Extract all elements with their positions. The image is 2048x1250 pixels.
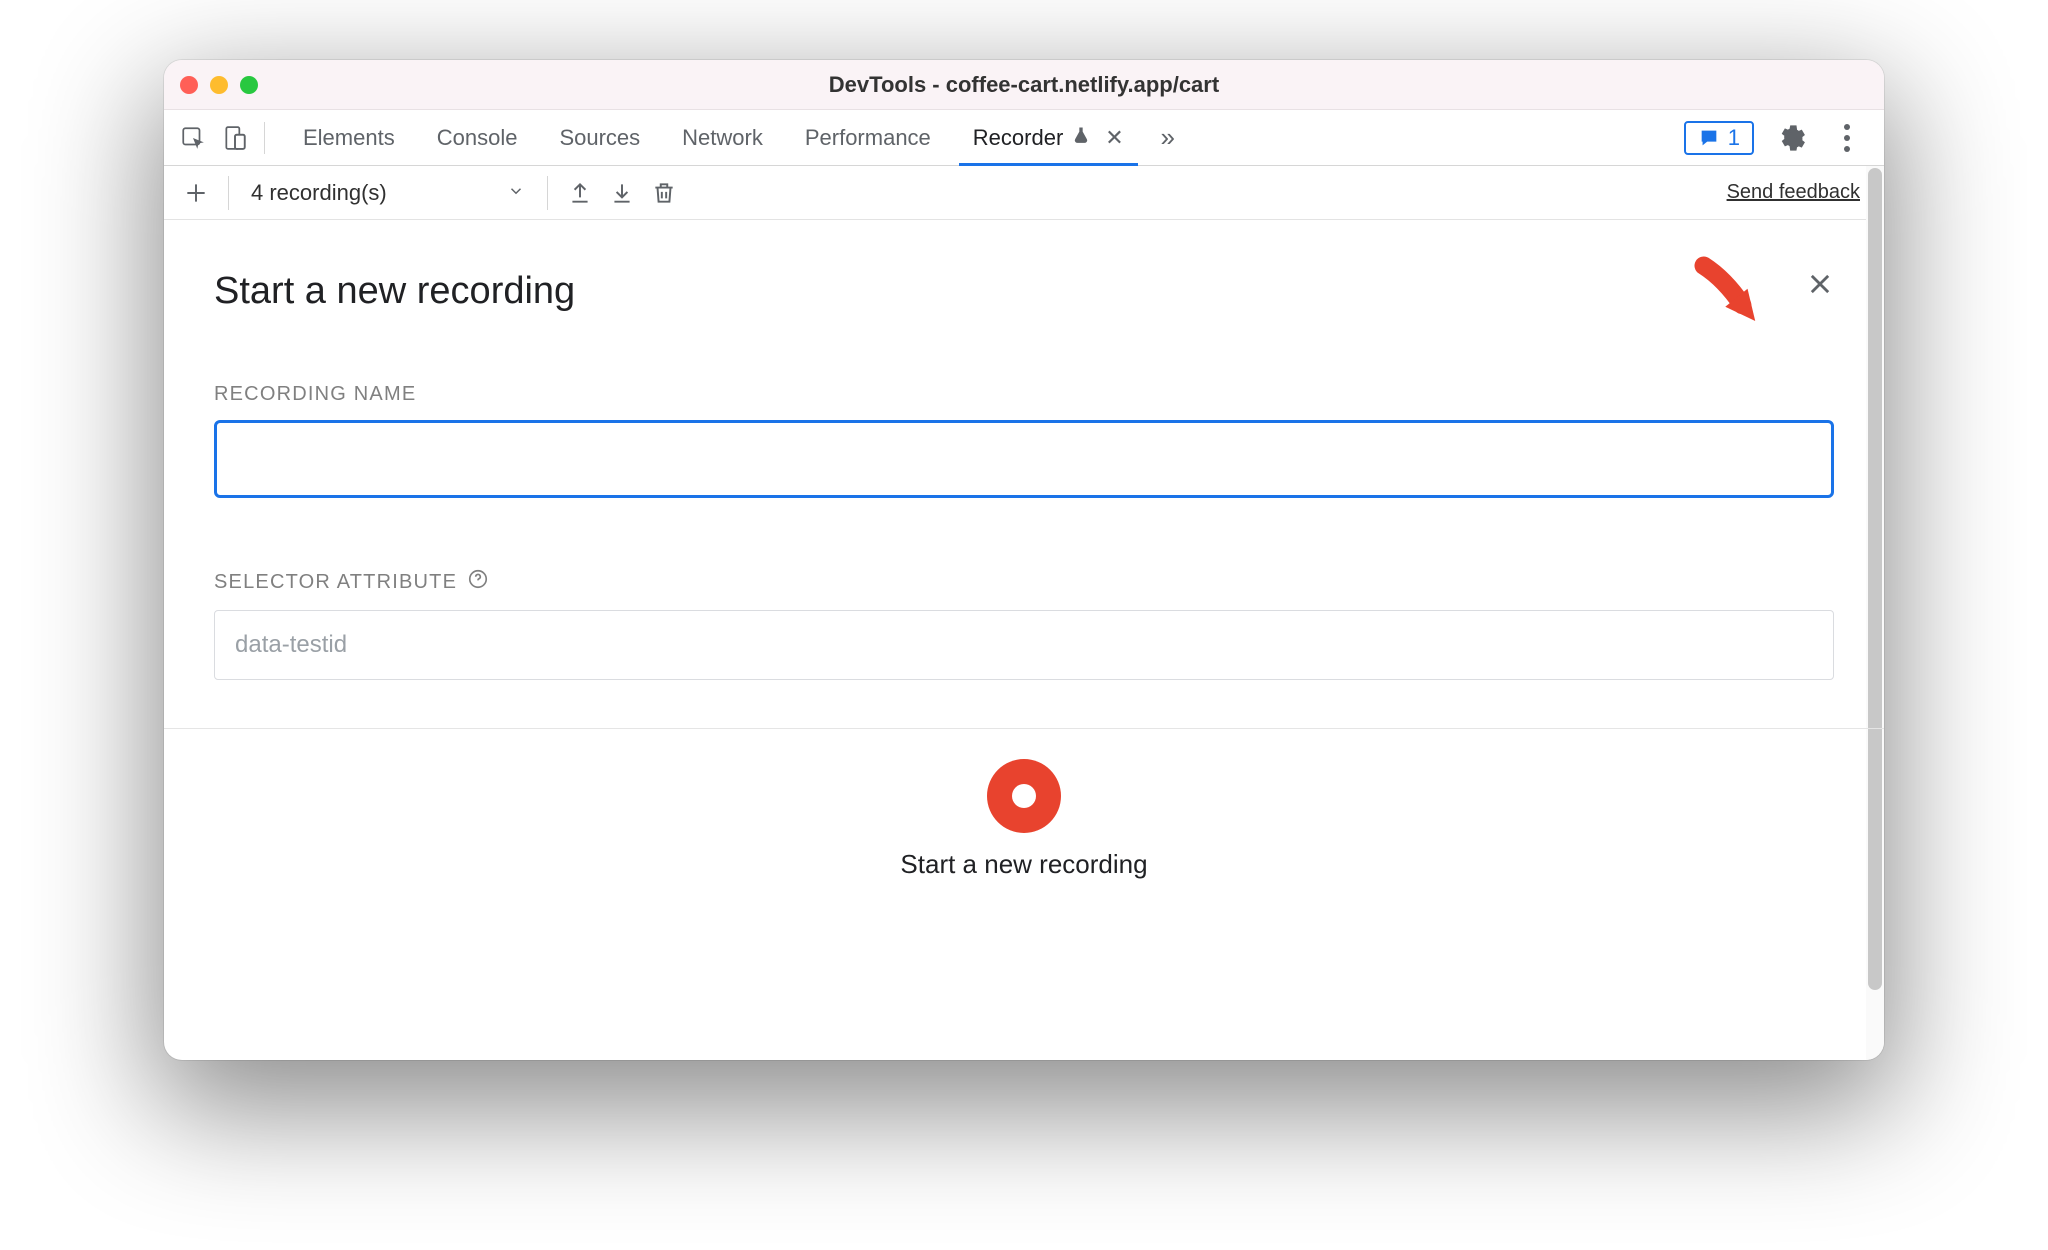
- more-tabs-icon[interactable]: »: [1148, 110, 1188, 165]
- chevron-down-icon: [507, 180, 525, 206]
- separator: [228, 176, 229, 210]
- export-button[interactable]: [562, 175, 598, 211]
- help-icon[interactable]: [467, 568, 489, 596]
- issues-button[interactable]: 1: [1684, 121, 1754, 155]
- tab-label: Elements: [303, 125, 395, 151]
- tab-label: Recorder: [973, 125, 1063, 151]
- plus-icon: [183, 180, 209, 206]
- record-area: Start a new recording: [164, 729, 1884, 1060]
- start-recording-button[interactable]: [987, 759, 1061, 833]
- window-controls: [180, 76, 258, 94]
- settings-button[interactable]: [1772, 119, 1810, 157]
- device-toolbar-icon[interactable]: [216, 119, 254, 157]
- maximize-window-button[interactable]: [240, 76, 258, 94]
- tab-label: Performance: [805, 125, 931, 151]
- send-feedback-link[interactable]: Send feedback: [1727, 181, 1870, 204]
- delete-button[interactable]: [646, 175, 682, 211]
- start-recording-label: Start a new recording: [900, 849, 1147, 880]
- arrow-icon: [1678, 245, 1779, 346]
- kebab-icon: [1844, 124, 1850, 152]
- recorder-panel: Start a new recording RECORDING NAME SEL…: [164, 220, 1884, 1060]
- annotation-arrow: [1677, 245, 1779, 351]
- tab-label: Console: [437, 125, 518, 151]
- devtools-tabs-row: Elements Console Sources Network Perform…: [164, 110, 1884, 166]
- upload-icon: [567, 180, 593, 206]
- tab-recorder[interactable]: Recorder ✕: [955, 110, 1142, 165]
- chat-icon: [1698, 127, 1720, 149]
- selector-attribute-input[interactable]: [214, 610, 1834, 680]
- separator: [264, 122, 265, 154]
- experiment-icon: [1071, 125, 1091, 151]
- selector-attribute-label-text: SELECTOR ATTRIBUTE: [214, 571, 457, 594]
- tab-network[interactable]: Network: [664, 110, 781, 165]
- dropdown-label: 4 recording(s): [251, 180, 387, 206]
- recordings-dropdown[interactable]: 4 recording(s): [243, 180, 533, 206]
- tab-performance[interactable]: Performance: [787, 110, 949, 165]
- close-icon: [1806, 270, 1834, 298]
- devtools-window: DevTools - coffee-cart.netlify.app/cart …: [164, 60, 1884, 1060]
- tab-label: Sources: [559, 125, 640, 151]
- record-icon: [1012, 784, 1036, 808]
- tab-label: Network: [682, 125, 763, 151]
- tabs: Elements Console Sources Network Perform…: [285, 110, 1188, 165]
- recording-name-label: RECORDING NAME: [214, 383, 1834, 406]
- close-panel-button[interactable]: [1806, 270, 1834, 303]
- more-menu-button[interactable]: [1828, 119, 1866, 157]
- import-button[interactable]: [604, 175, 640, 211]
- tab-sources[interactable]: Sources: [541, 110, 658, 165]
- titlebar: DevTools - coffee-cart.netlify.app/cart: [164, 60, 1884, 110]
- panel-title: Start a new recording: [214, 270, 575, 313]
- recorder-toolbar: 4 recording(s) Send feedback: [164, 166, 1884, 220]
- close-tab-icon[interactable]: ✕: [1105, 125, 1123, 151]
- minimize-window-button[interactable]: [210, 76, 228, 94]
- tab-elements[interactable]: Elements: [285, 110, 413, 165]
- download-icon: [609, 180, 635, 206]
- separator: [547, 176, 548, 210]
- recording-name-input[interactable]: [214, 420, 1834, 498]
- close-window-button[interactable]: [180, 76, 198, 94]
- window-title: DevTools - coffee-cart.netlify.app/cart: [164, 72, 1884, 98]
- inspect-icon[interactable]: [174, 119, 212, 157]
- issues-count: 1: [1728, 125, 1740, 151]
- gear-icon: [1777, 124, 1805, 152]
- trash-icon: [651, 180, 677, 206]
- tab-console[interactable]: Console: [419, 110, 536, 165]
- new-recording-button[interactable]: [178, 175, 214, 211]
- selector-attribute-label: SELECTOR ATTRIBUTE: [214, 568, 1834, 596]
